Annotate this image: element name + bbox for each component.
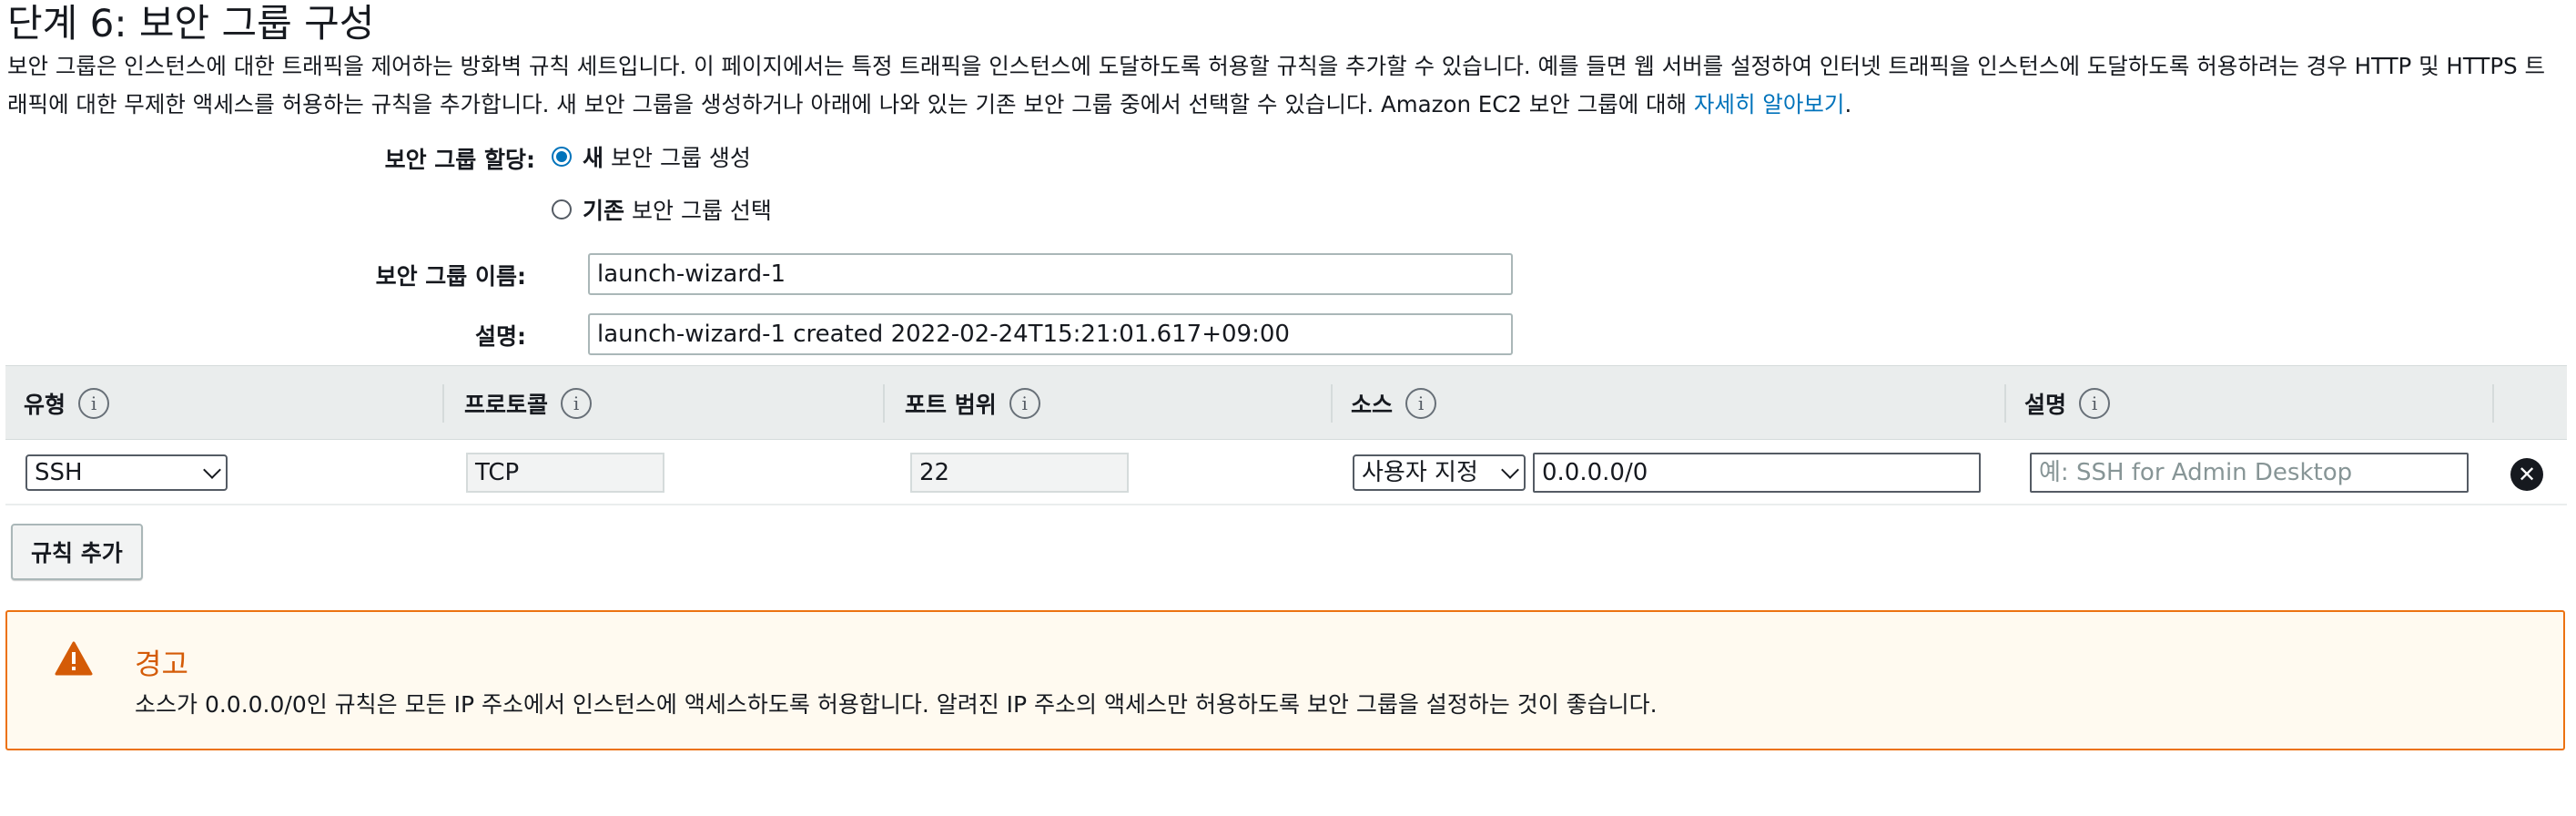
intro-paragraph: 보안 그룹은 인스턴스에 대한 트래픽을 제어하는 방화벽 규칙 세트입니다. … bbox=[7, 47, 2556, 124]
source-type-value: 사용자 지정 bbox=[1362, 459, 1478, 486]
column-header-type: 유형 i bbox=[24, 366, 110, 441]
radio-unselected-icon[interactable] bbox=[552, 199, 572, 219]
column-header-protocol: 프로토콜 i bbox=[464, 366, 593, 441]
security-group-name-input[interactable]: launch-wizard-1 bbox=[588, 253, 1513, 295]
table-row: SSH TCP 22 사용자 지정 0.0.0.0/0 예: SSH for A… bbox=[5, 440, 2567, 505]
column-header-source: 소스 i bbox=[1351, 366, 1437, 441]
column-header-source-label: 소스 bbox=[1351, 392, 1394, 418]
source-type-select[interactable]: 사용자 지정 bbox=[1353, 454, 1526, 491]
radio-existing-label: 보안 그룹 선택 bbox=[632, 198, 772, 224]
info-icon[interactable]: i bbox=[1405, 388, 1437, 419]
warning-alert: 경고 소스가 0.0.0.0/0인 규칙은 모든 IP 주소에서 인스턴스에 액… bbox=[5, 610, 2565, 750]
column-divider[interactable] bbox=[442, 384, 444, 423]
column-header-description: 설명 i bbox=[2024, 366, 2111, 441]
column-header-type-label: 유형 bbox=[24, 392, 66, 418]
warning-triangle-icon bbox=[55, 641, 93, 676]
learn-more-link[interactable]: 자세히 알아보기 bbox=[1694, 91, 1845, 117]
warning-title: 경고 bbox=[135, 647, 188, 681]
column-divider[interactable] bbox=[2492, 384, 2494, 423]
column-header-port-range-label: 포트 범위 bbox=[905, 392, 997, 418]
add-rule-button[interactable]: 규칙 추가 bbox=[11, 524, 143, 580]
radio-select-existing[interactable]: 기존 보안 그룹 선택 bbox=[552, 193, 772, 226]
column-divider[interactable] bbox=[2004, 384, 2006, 423]
info-icon[interactable]: i bbox=[1009, 388, 1040, 419]
radio-create-new[interactable]: 새 보안 그룹 생성 bbox=[552, 140, 751, 173]
description-input[interactable]: launch-wizard-1 created 2022-02-24T15:21… bbox=[588, 313, 1513, 355]
chevron-down-icon bbox=[203, 461, 221, 479]
page-title: 단계 6: 보안 그룹 구성 bbox=[7, 1, 375, 46]
column-divider[interactable] bbox=[883, 384, 885, 423]
description-label: 설명: bbox=[475, 323, 526, 350]
intro-text: 보안 그룹은 인스턴스에 대한 트래픽을 제어하는 방화벽 규칙 세트입니다. … bbox=[7, 53, 2545, 117]
assign-security-group-label: 보안 그룹 할당: bbox=[384, 147, 535, 173]
info-icon[interactable]: i bbox=[2079, 388, 2111, 419]
chevron-down-icon bbox=[1501, 461, 1519, 479]
radio-existing-bold: 기존 bbox=[583, 198, 625, 224]
column-header-protocol-label: 프로토콜 bbox=[464, 392, 549, 418]
type-select[interactable]: SSH bbox=[25, 454, 228, 491]
security-group-name-label: 보안 그룹 이름: bbox=[375, 263, 526, 290]
info-icon[interactable]: i bbox=[78, 388, 110, 419]
remove-rule-icon[interactable]: ✕ bbox=[2510, 458, 2543, 491]
source-cidr-input[interactable]: 0.0.0.0/0 bbox=[1533, 453, 1981, 493]
rule-description-input[interactable]: 예: SSH for Admin Desktop bbox=[2030, 453, 2469, 493]
protocol-field: TCP bbox=[466, 453, 664, 493]
column-header-description-label: 설명 bbox=[2024, 392, 2067, 418]
warning-text: 소스가 0.0.0.0/0인 규칙은 모든 IP 주소에서 인스턴스에 액세스하… bbox=[135, 691, 1658, 718]
info-icon[interactable]: i bbox=[561, 388, 593, 419]
radio-new-bold: 새 bbox=[583, 145, 604, 171]
column-header-port-range: 포트 범위 i bbox=[905, 366, 1040, 441]
rules-table-header: 유형 i 프로토콜 i 포트 범위 i 소스 i 설명 i bbox=[5, 365, 2567, 440]
radio-new-label: 보안 그룹 생성 bbox=[611, 145, 751, 171]
type-select-value: SSH bbox=[35, 459, 83, 486]
radio-selected-icon[interactable] bbox=[552, 147, 572, 167]
port-range-field: 22 bbox=[910, 453, 1129, 493]
column-divider[interactable] bbox=[1331, 384, 1333, 423]
intro-end: . bbox=[1844, 91, 1852, 117]
